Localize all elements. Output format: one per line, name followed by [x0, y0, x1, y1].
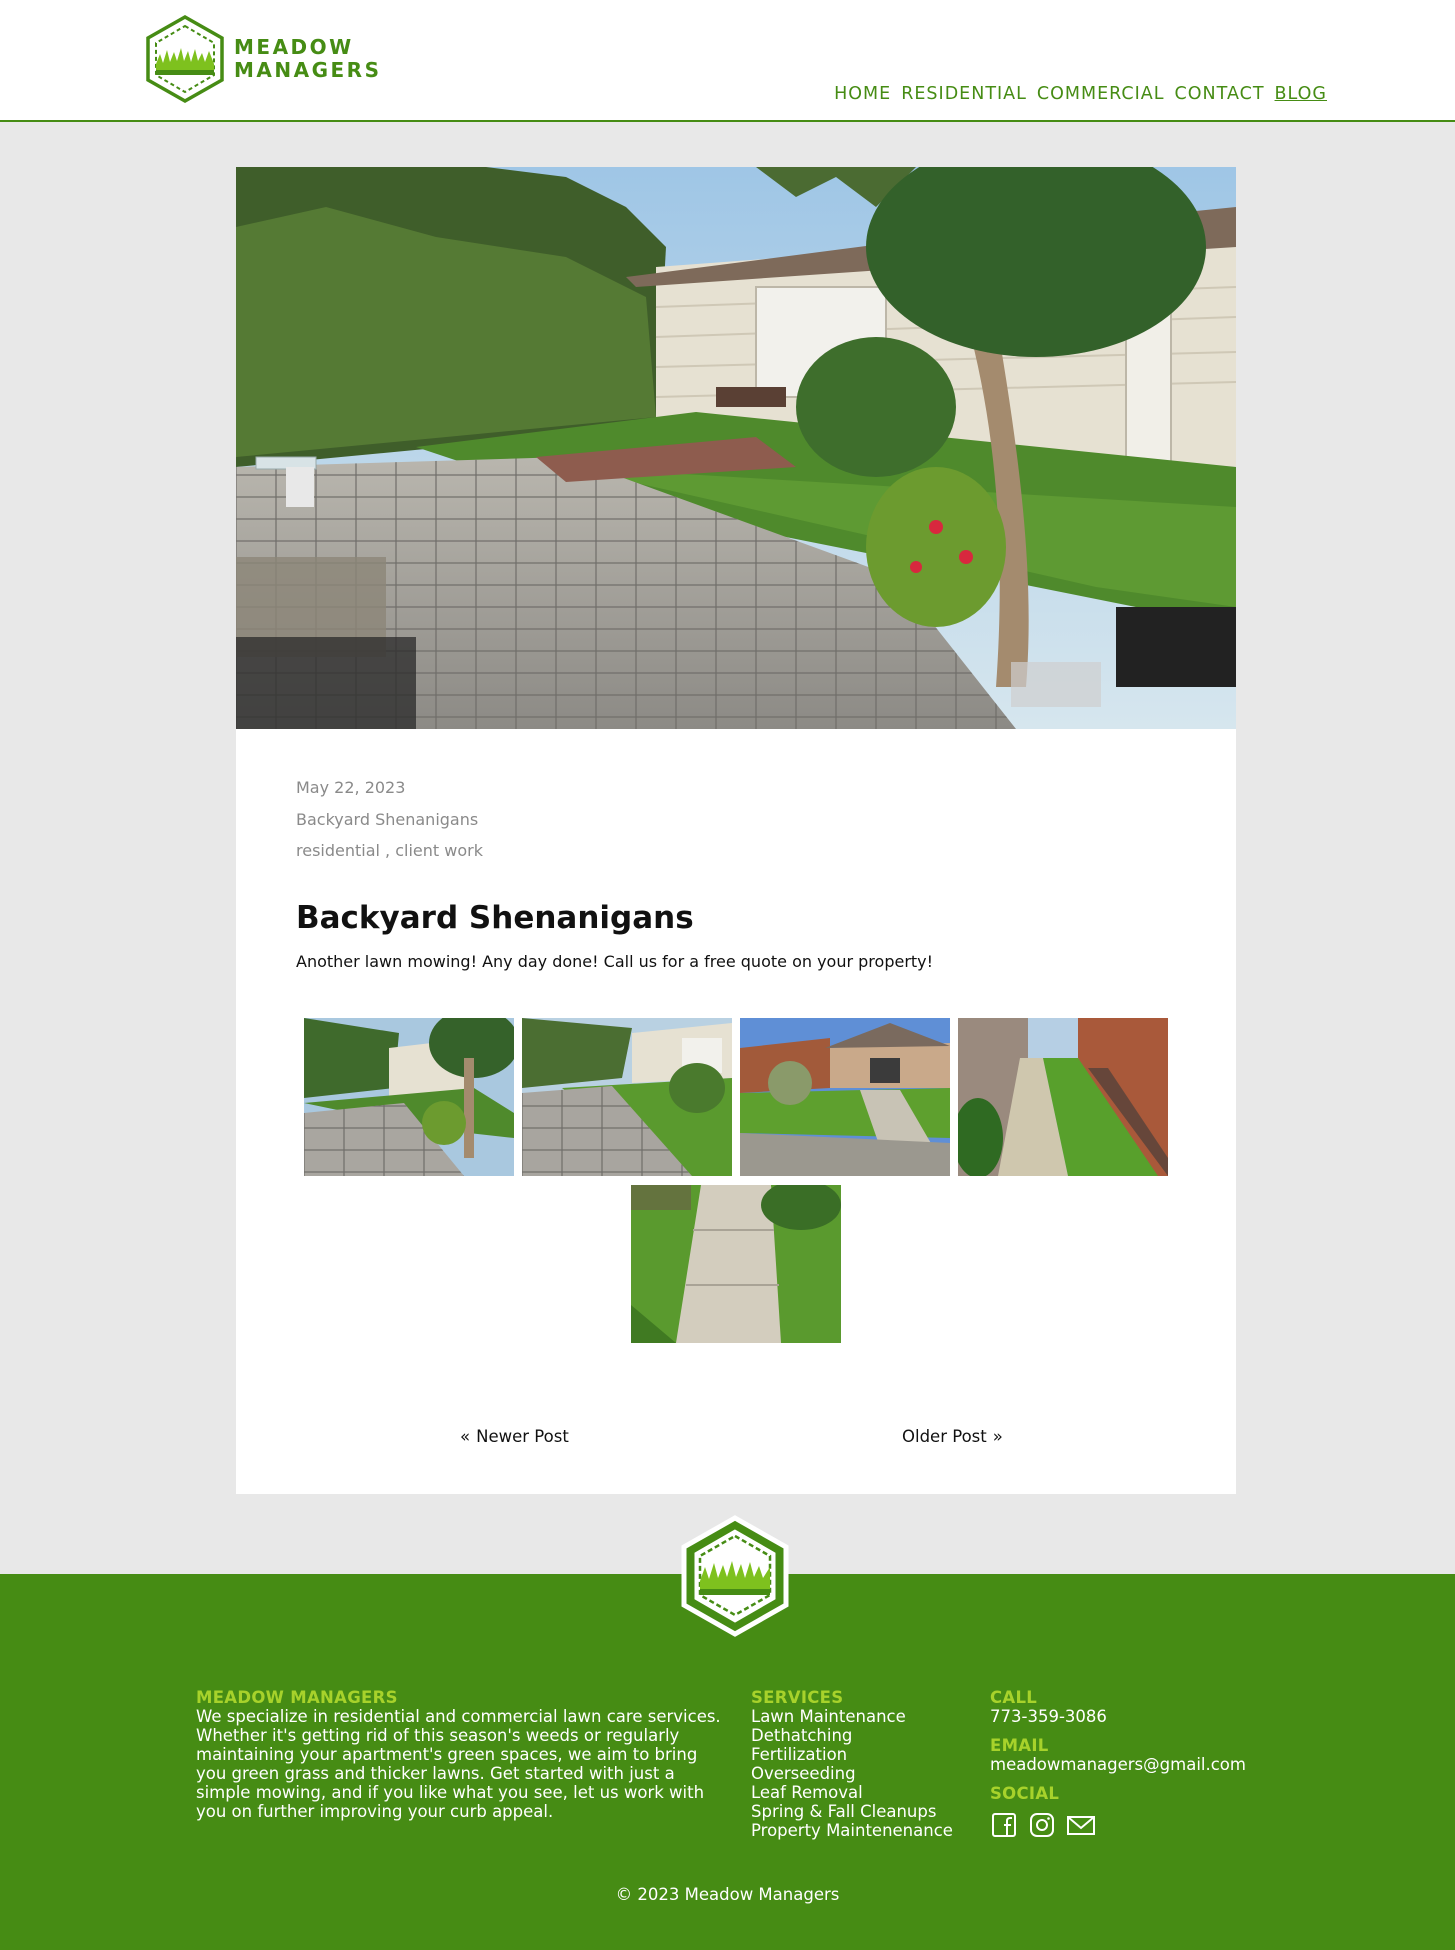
chevron-left-icon: «: [460, 1427, 471, 1446]
footer-about: MEADOW MANAGERS We specialize in residen…: [196, 1688, 726, 1821]
post-author-line[interactable]: Backyard Shenanigans: [296, 804, 483, 836]
post-tags[interactable]: residential , client work: [296, 835, 483, 867]
newer-post-link[interactable]: « Newer Post: [460, 1427, 569, 1446]
services-list: Lawn Maintenance Dethatching Fertilizati…: [751, 1707, 971, 1840]
service-item[interactable]: Spring & Fall Cleanups: [751, 1802, 971, 1821]
main-nav: HOME RESIDENTIAL COMMERCIAL CONTACT BLOG: [834, 84, 1327, 104]
facebook-icon[interactable]: [990, 1811, 1020, 1839]
nav-blog[interactable]: BLOG: [1275, 84, 1327, 104]
nav-residential[interactable]: RESIDENTIAL: [901, 84, 1027, 104]
nav-home[interactable]: HOME: [834, 84, 891, 104]
post-title: Backyard Shenanigans: [296, 900, 694, 936]
service-item[interactable]: Lawn Maintenance: [751, 1707, 971, 1726]
nav-contact[interactable]: CONTACT: [1175, 84, 1265, 104]
footer-phone[interactable]: 773-359-3086: [990, 1707, 1270, 1726]
gallery-thumb-front-sidewalk[interactable]: [631, 1185, 841, 1343]
meadow-badge-icon: [681, 1515, 789, 1637]
chevron-right-icon: »: [992, 1427, 1003, 1446]
social-links: [990, 1811, 1270, 1839]
service-item[interactable]: Dethatching: [751, 1726, 971, 1745]
footer-about-text: We specialize in residential and commerc…: [196, 1707, 721, 1821]
footer-social-heading: SOCIAL: [990, 1784, 1060, 1803]
service-item[interactable]: Overseeding: [751, 1764, 971, 1783]
instagram-icon[interactable]: [1028, 1811, 1058, 1839]
logo-line-1: MEADOW: [234, 35, 354, 59]
blog-post-card: May 22, 2023 Backyard Shenanigans reside…: [236, 167, 1236, 1494]
footer-contact: CALL 773-359-3086 EMAIL meadowmanagers@g…: [990, 1688, 1270, 1839]
footer-email-heading: EMAIL: [990, 1736, 1049, 1755]
nav-commercial[interactable]: COMMERCIAL: [1037, 84, 1165, 104]
footer-email[interactable]: meadowmanagers@gmail.com: [990, 1755, 1270, 1774]
footer-services-heading: SERVICES: [751, 1688, 844, 1707]
copyright: © 2023 Meadow Managers: [615, 1885, 840, 1904]
service-item[interactable]: Property Maintenenance: [751, 1821, 971, 1840]
post-meta: May 22, 2023 Backyard Shenanigans reside…: [296, 772, 483, 867]
footer-services: SERVICES Lawn Maintenance Dethatching Fe…: [751, 1688, 971, 1840]
older-post-link[interactable]: Older Post »: [902, 1427, 1003, 1446]
gallery-thumb-backyard-walkway[interactable]: [522, 1018, 732, 1176]
post-body: Another lawn mowing! Any day done! Call …: [296, 952, 934, 971]
service-item[interactable]: Leaf Removal: [751, 1783, 971, 1802]
older-post-label: Older Post: [902, 1427, 987, 1446]
meadow-hexagon-icon: [146, 14, 224, 104]
footer-about-heading: MEADOW MANAGERS: [196, 1688, 398, 1707]
post-date: May 22, 2023: [296, 778, 406, 797]
gallery-thumb-front-yard[interactable]: [740, 1018, 950, 1176]
mail-icon[interactable]: [1066, 1811, 1096, 1839]
footer-call-heading: CALL: [990, 1688, 1038, 1707]
logo-wordmark: MEADOW MANAGERS: [234, 36, 381, 82]
site-header: MEADOW MANAGERS HOME RESIDENTIAL COMMERC…: [0, 0, 1455, 122]
newer-post-label: Newer Post: [476, 1427, 569, 1446]
hero-photo: [236, 167, 1236, 729]
site-logo[interactable]: MEADOW MANAGERS: [144, 14, 381, 104]
gallery-thumb-side-yard[interactable]: [958, 1018, 1168, 1176]
gallery-thumb-backyard-patio[interactable]: [304, 1018, 514, 1176]
logo-line-2: MANAGERS: [234, 58, 382, 82]
service-item[interactable]: Fertilization: [751, 1745, 971, 1764]
